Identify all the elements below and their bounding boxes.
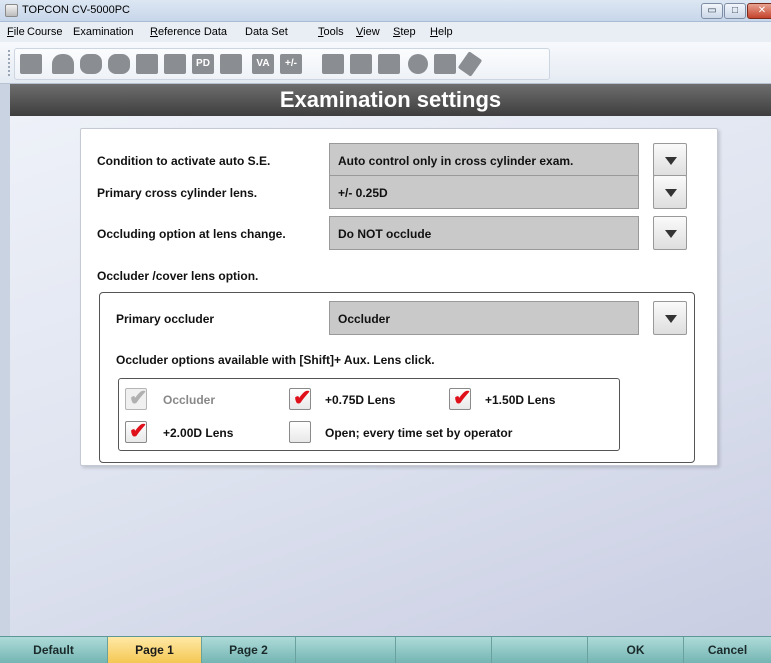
occluder-section-label: Occluder /cover lens option.	[97, 269, 259, 283]
aux-options-group: ✔ Occluder ✔ +0.75D Lens ✔ +1.50D Lens ✔…	[118, 378, 620, 451]
page2-tab[interactable]: Page 2	[202, 637, 296, 663]
cancel-button[interactable]: Cancel	[684, 637, 771, 663]
book-icon[interactable]	[378, 54, 400, 74]
cross-cyl-label: Primary cross cylinder lens.	[97, 186, 258, 200]
window-title: TOPCON CV-5000PC	[22, 4, 131, 16]
pm-icon[interactable]: +/-	[280, 54, 302, 74]
menu-data-set[interactable]: Data Set	[245, 26, 288, 38]
check-icon: ✔	[453, 385, 472, 410]
primary-occluder-dropdown-button[interactable]	[653, 301, 687, 335]
left-strip	[0, 84, 10, 636]
toolbar-grip[interactable]	[8, 50, 12, 76]
auto-se-combo[interactable]: Auto control only in cross cylinder exam…	[329, 143, 639, 177]
occluding-value: Do NOT occlude	[338, 227, 432, 241]
menu-tools[interactable]: Tools	[318, 26, 344, 38]
minimize-button[interactable]: ▭	[701, 3, 723, 19]
display-icon[interactable]	[322, 54, 344, 74]
occluder-checkbox-label: Occluder	[163, 393, 216, 407]
auto-se-label: Condition to activate auto S.E.	[97, 154, 271, 168]
bottom-button-bar: Default Page 1 Page 2 OK Cancel	[0, 636, 771, 663]
ok-button[interactable]: OK	[588, 637, 684, 663]
page1-tab[interactable]: Page 1	[108, 637, 202, 663]
empty-slot-1	[296, 637, 396, 663]
check-icon: ✔	[129, 418, 148, 443]
primary-occluder-combo[interactable]: Occluder	[329, 301, 639, 335]
menu-course[interactable]: Course	[27, 26, 62, 38]
aux-options-label: Occluder options available with [Shift]+…	[116, 353, 435, 367]
lens-200-checkbox[interactable]: ✔	[125, 418, 148, 443]
chevron-down-icon	[665, 189, 677, 197]
settings-panel: Condition to activate auto S.E. Auto con…	[80, 128, 718, 466]
person-icon[interactable]	[52, 54, 74, 74]
chevron-down-icon	[665, 230, 677, 238]
open-checkbox[interactable]	[289, 421, 311, 443]
section-header: Examination settings	[10, 84, 771, 116]
occluding-combo[interactable]: Do NOT occlude	[329, 216, 639, 250]
menu-reference-data[interactable]: Reference Data	[150, 26, 227, 38]
page-title: Examination settings	[279, 87, 502, 112]
va-icon[interactable]: VA	[252, 54, 274, 74]
primary-occluder-label: Primary occluder	[116, 312, 215, 326]
check-icon: ✔	[293, 385, 312, 410]
occluding-label: Occluding option at lens change.	[97, 227, 286, 241]
lens-075-checkbox-label: +0.75D Lens	[325, 393, 396, 407]
pd-icon[interactable]: PD	[192, 54, 214, 74]
lens-150-checkbox[interactable]: ✔	[449, 385, 472, 410]
cross-cyl-dropdown-button[interactable]	[653, 175, 687, 209]
cross-cyl-value: +/- 0.25D	[338, 186, 388, 200]
menu-bar: File Course Examination Reference Data D…	[0, 22, 771, 42]
close-button[interactable]: ✕	[747, 3, 771, 19]
menu-step[interactable]: Step	[393, 26, 416, 38]
menu-view[interactable]: View	[356, 26, 380, 38]
auto-se-value: Auto control only in cross cylinder exam…	[338, 154, 574, 168]
occluding-dropdown-button[interactable]	[653, 216, 687, 250]
occluder-checkbox: ✔	[125, 385, 148, 410]
content-area: Condition to activate auto S.E. Auto con…	[10, 116, 771, 636]
empty-slot-3	[492, 637, 588, 663]
menu-help[interactable]: Help	[430, 26, 453, 38]
lens2-icon[interactable]	[108, 54, 130, 74]
cross-cyl-combo[interactable]: +/- 0.25D	[329, 175, 639, 209]
maximize-button[interactable]: □	[724, 3, 746, 19]
app-icon	[5, 4, 18, 17]
printer-icon[interactable]	[434, 54, 456, 74]
primary-occluder-value: Occluder	[338, 312, 391, 326]
lens-200-checkbox-label: +2.00D Lens	[163, 426, 234, 440]
open-checkbox-label: Open; every time set by operator	[325, 426, 513, 440]
monitor-icon[interactable]	[350, 54, 372, 74]
auto-se-dropdown-button[interactable]	[653, 143, 687, 177]
check-icon: ✔	[129, 385, 148, 410]
lens-icon[interactable]	[80, 54, 102, 74]
empty-slot-2	[396, 637, 492, 663]
default-button[interactable]: Default	[0, 637, 108, 663]
chevron-down-icon	[665, 315, 677, 323]
patient-icon[interactable]	[20, 54, 42, 74]
title-bar: TOPCON CV-5000PC ▭ □ ✕	[0, 0, 771, 22]
card-icon[interactable]	[164, 54, 186, 74]
toolbar: PD VA +/-	[0, 42, 771, 84]
lens-150-checkbox-label: +1.50D Lens	[485, 393, 556, 407]
chart-icon[interactable]	[136, 54, 158, 74]
chevron-down-icon	[665, 157, 677, 165]
menu-examination[interactable]: Examination	[73, 26, 134, 38]
menu-file[interactable]: File	[7, 26, 25, 38]
circle-icon[interactable]	[408, 54, 428, 74]
occluder-group: Primary occluder Occluder Occluder optio…	[99, 292, 695, 463]
lens-075-checkbox[interactable]: ✔	[289, 385, 312, 410]
square-icon[interactable]	[220, 54, 242, 74]
